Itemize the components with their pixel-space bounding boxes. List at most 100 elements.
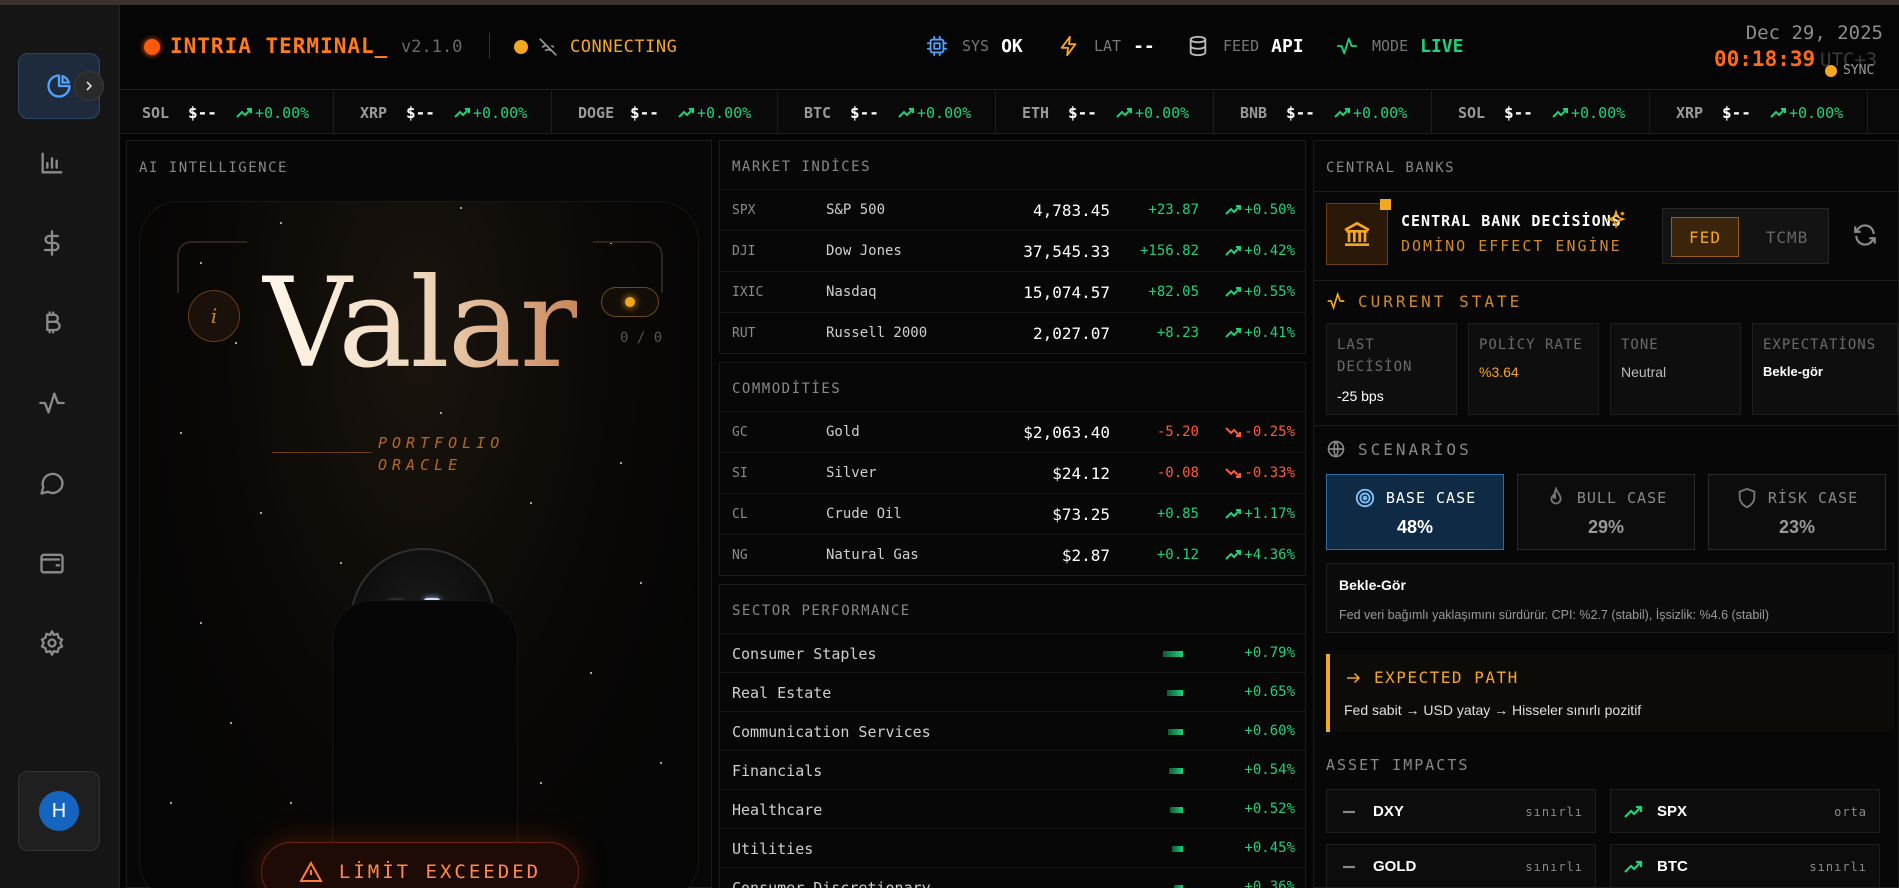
sector-row[interactable]: Financials +0.54% bbox=[720, 750, 1305, 789]
sector-row[interactable]: Consumer Discretionary +0.36% bbox=[720, 867, 1305, 888]
instrument-delta: +0.12 bbox=[1156, 547, 1199, 563]
instrument-value: $2.87 bbox=[1061, 545, 1110, 565]
expand-sidebar-button[interactable] bbox=[74, 71, 104, 101]
sector-row[interactable]: Real Estate +0.65% bbox=[720, 672, 1305, 711]
sys-label: SYS bbox=[962, 37, 990, 55]
table-row[interactable]: CL Crude Oil $73.25 +0.85 +1.17% bbox=[720, 493, 1305, 534]
sector-bar bbox=[1169, 768, 1183, 774]
ticker-change-value: +0.00% bbox=[1353, 103, 1408, 122]
astronaut-body bbox=[332, 600, 518, 850]
chevron-right-icon bbox=[86, 81, 93, 91]
sidebar-item-chat[interactable] bbox=[22, 453, 82, 513]
trend-up-icon bbox=[1334, 107, 1350, 118]
wifi-off-icon bbox=[539, 38, 557, 56]
sector-name: Communication Services bbox=[732, 723, 931, 741]
subtitle-line: ORACLE bbox=[378, 456, 463, 474]
impact-gold[interactable]: GOLD sınırlı bbox=[1326, 844, 1596, 888]
impact-spx[interactable]: SPX orta bbox=[1610, 789, 1880, 833]
sector-name: Consumer Staples bbox=[732, 645, 877, 663]
table-row[interactable]: DJI Dow Jones 37,545.33 +156.82 +0.42% bbox=[720, 230, 1305, 271]
tab-tcmb[interactable]: TCMB bbox=[1753, 217, 1821, 257]
ticker-item[interactable]: XRP $-- +0.00% bbox=[1650, 91, 1868, 133]
state-tone: TONE Neutral bbox=[1610, 323, 1741, 415]
ticker-item[interactable]: DOGE $-- +0.00% bbox=[552, 91, 778, 133]
table-row[interactable]: IXIC Nasdaq 15,074.57 +82.05 +0.55% bbox=[720, 271, 1305, 312]
state-expectations: EXPECTATİONS Bekle-gör bbox=[1752, 323, 1898, 415]
central-banks-panel: CENTRAL BANKS CENTRAL BANK DECİSİONS DOM… bbox=[1313, 140, 1899, 888]
table-row[interactable]: NG Natural Gas $2.87 +0.12 +4.36% bbox=[720, 534, 1305, 575]
markets-column: MARKET INDİCES SPX S&P 500 4,783.45 +23.87 +… bbox=[719, 140, 1306, 888]
user-profile-button[interactable]: H bbox=[18, 771, 100, 851]
impact-btc[interactable]: BTC sınırlı bbox=[1610, 844, 1880, 888]
ticker-item[interactable]: ETH $-- +0.00% bbox=[996, 91, 1214, 133]
trend-up-icon bbox=[898, 107, 914, 118]
ticker-code: GC bbox=[732, 424, 748, 440]
table-row[interactable]: SPX S&P 500 4,783.45 +23.87 +0.50% bbox=[720, 189, 1305, 230]
instrument-change: -0.25% bbox=[1225, 424, 1295, 440]
status-orb[interactable] bbox=[601, 287, 659, 317]
scenario-label: BULL CASE bbox=[1518, 487, 1694, 509]
scenario-risk-case[interactable]: RİSK CASE 23% bbox=[1708, 474, 1886, 550]
ticker-item[interactable]: SOL $-- +0.00% bbox=[120, 91, 334, 133]
instrument-value: 15,074.57 bbox=[1023, 282, 1110, 302]
activity-icon bbox=[1336, 37, 1358, 55]
table-row[interactable]: SI Silver $24.12 -0.08 -0.33% bbox=[720, 452, 1305, 493]
sidebar-item-settings[interactable] bbox=[22, 613, 82, 673]
sidebar-item-wallet[interactable] bbox=[22, 533, 82, 593]
latency-stat: LAT -- bbox=[1058, 35, 1155, 57]
sector-row[interactable]: Communication Services +0.60% bbox=[720, 711, 1305, 750]
sector-bar bbox=[1163, 651, 1183, 657]
instrument-delta: -5.20 bbox=[1156, 424, 1199, 440]
cb-card-title: CENTRAL BANK DECİSİONS bbox=[1401, 212, 1622, 230]
ticker-symbol: XRP bbox=[1676, 103, 1704, 122]
scenario-bull-case[interactable]: BULL CASE 29% bbox=[1517, 474, 1695, 550]
activity-icon bbox=[39, 392, 65, 414]
star bbox=[200, 622, 202, 624]
sector-row[interactable]: Utilities +0.45% bbox=[720, 828, 1305, 867]
ticker-price: $-- bbox=[406, 103, 435, 122]
sector-row[interactable]: Consumer Staples +0.79% bbox=[720, 633, 1305, 672]
sidebar-item-crypto[interactable] bbox=[22, 293, 82, 353]
ticker-symbol: SOL bbox=[142, 103, 170, 122]
ticker-item[interactable]: BNB $-- +0.00% bbox=[1214, 91, 1432, 133]
clock: 00:18:39 bbox=[1714, 47, 1816, 71]
ticker-change: +0.00% bbox=[454, 104, 527, 122]
ticker-symbol: BTC bbox=[804, 103, 832, 122]
scenario-name: RİSK CASE bbox=[1767, 489, 1859, 507]
state-policy-rate: POLİCY RATE %3.64 bbox=[1468, 323, 1599, 415]
star bbox=[180, 432, 182, 434]
info-button[interactable]: i bbox=[188, 290, 240, 342]
trend-up-icon bbox=[236, 107, 252, 118]
scenario-label: RİSK CASE bbox=[1709, 487, 1885, 509]
ticker-change: +0.00% bbox=[678, 104, 751, 122]
limit-exceeded-badge: LİMİT EXCEEDED bbox=[261, 842, 579, 888]
impact-dxy[interactable]: DXY sınırlı bbox=[1326, 789, 1596, 833]
instrument-value: 37,545.33 bbox=[1023, 241, 1110, 261]
sector-name: Healthcare bbox=[732, 801, 823, 819]
expected-path-title: EXPECTED PATH bbox=[1374, 668, 1519, 687]
table-row[interactable]: RUT Russell 2000 2,027.07 +8.23 +0.41% bbox=[720, 312, 1305, 353]
scenario-base-case[interactable]: BASE CASE 48% bbox=[1326, 474, 1504, 550]
sector-row[interactable]: Healthcare +0.52% bbox=[720, 789, 1305, 828]
state-last-decision: LAST DECİSİON -25 bps bbox=[1326, 323, 1457, 415]
ticker-item[interactable]: SOL $-- +0.00% bbox=[1432, 91, 1650, 133]
sidebar-item-markets[interactable] bbox=[22, 133, 82, 193]
table-row[interactable]: GC Gold $2,063.40 -5.20 -0.25% bbox=[720, 411, 1305, 452]
instrument-change: +0.50% bbox=[1225, 202, 1295, 218]
refresh-icon[interactable] bbox=[1852, 222, 1878, 248]
sector-bar bbox=[1170, 807, 1183, 813]
sys-value: OK bbox=[1001, 35, 1023, 57]
ticker-item[interactable]: BTC $-- +0.00% bbox=[778, 91, 996, 133]
instrument-name: Nasdaq bbox=[826, 284, 877, 300]
bitcoin-icon bbox=[46, 311, 61, 334]
trend-down-icon bbox=[1225, 427, 1242, 437]
ticker-code: SPX bbox=[732, 202, 756, 218]
state-value: %3.64 bbox=[1479, 364, 1519, 380]
sidebar-item-finance[interactable] bbox=[22, 213, 82, 273]
ticker-symbol: ETH bbox=[1022, 103, 1050, 122]
star bbox=[170, 802, 172, 804]
database-icon bbox=[1189, 35, 1207, 57]
ticker-item[interactable]: XRP $-- +0.00% bbox=[334, 91, 552, 133]
sidebar-item-activity[interactable] bbox=[22, 373, 82, 433]
tab-fed[interactable]: FED bbox=[1671, 217, 1739, 257]
